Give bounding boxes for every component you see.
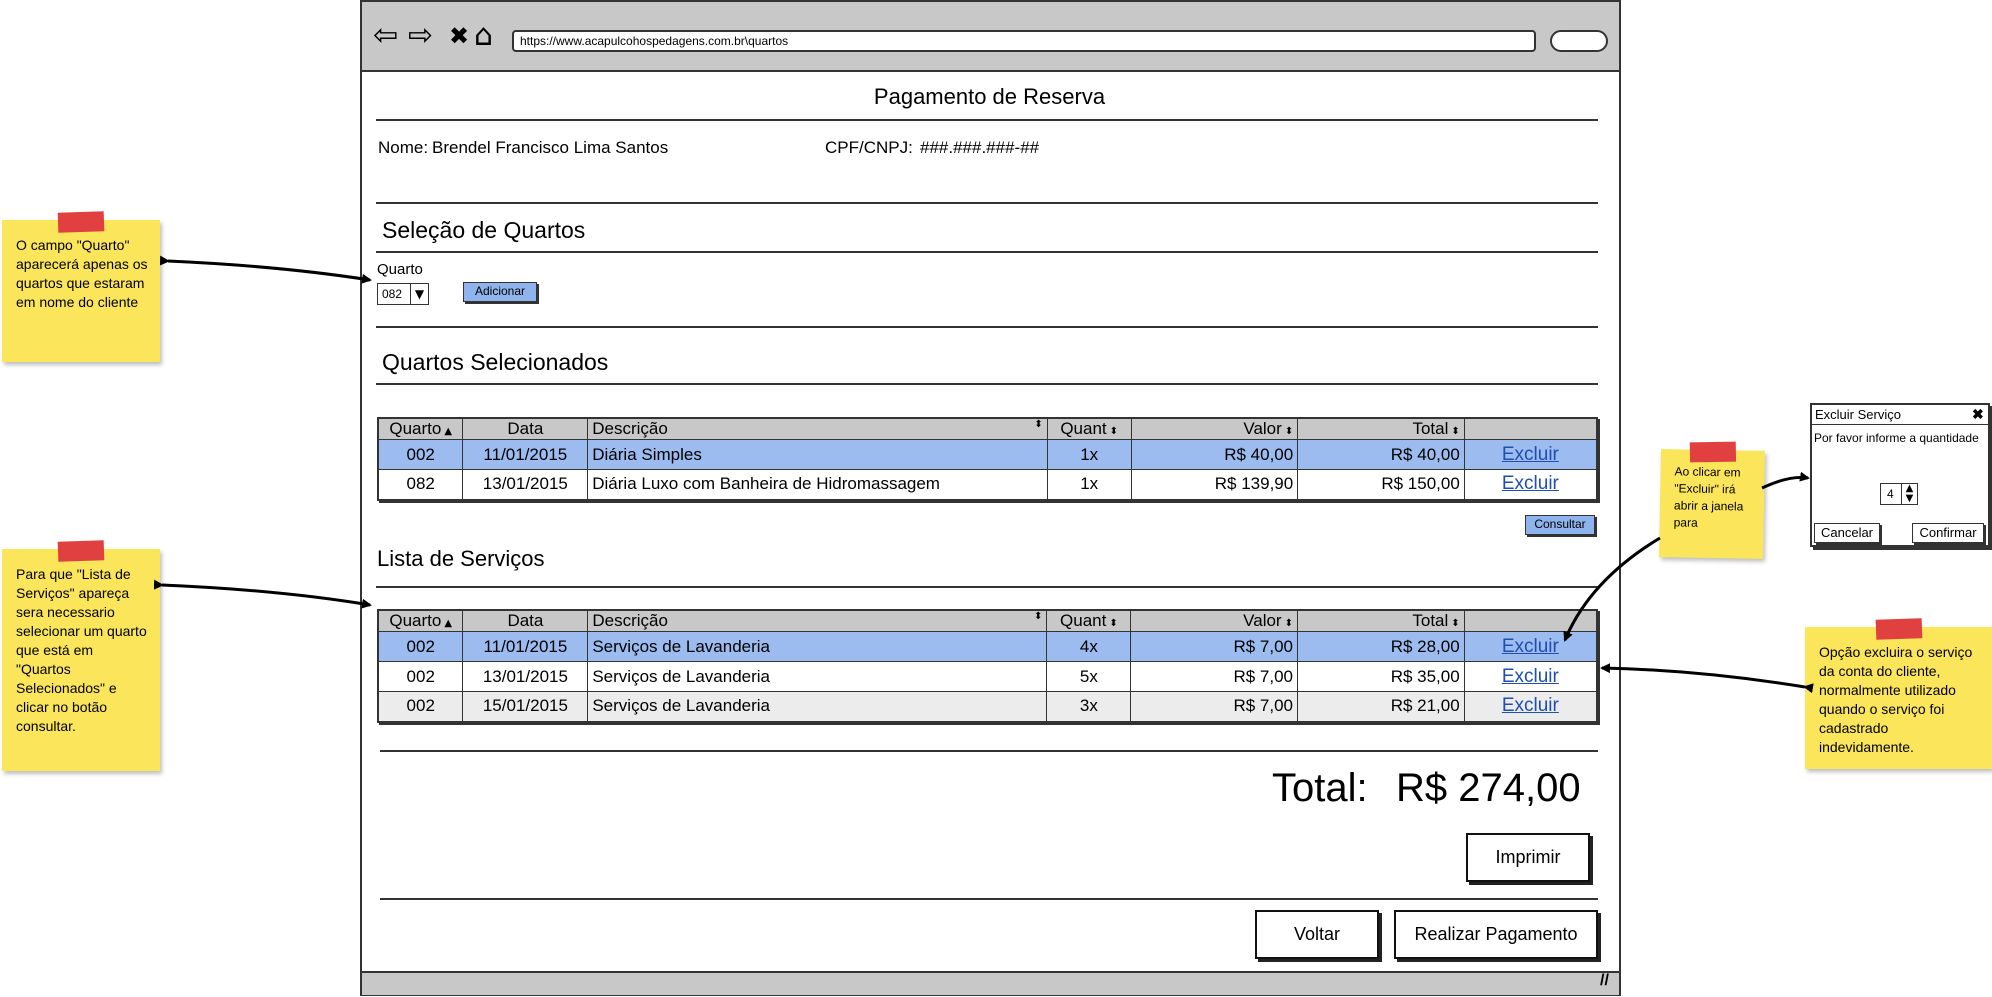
annotation-arrows [153,255,1814,694]
arrow-lista [153,579,372,609]
arrow-opcao [1600,663,1814,694]
arrow-excluir-dialog [1761,471,1810,490]
arrow-quarto [159,255,372,284]
arrow-note-to-excluir [1563,536,1661,642]
